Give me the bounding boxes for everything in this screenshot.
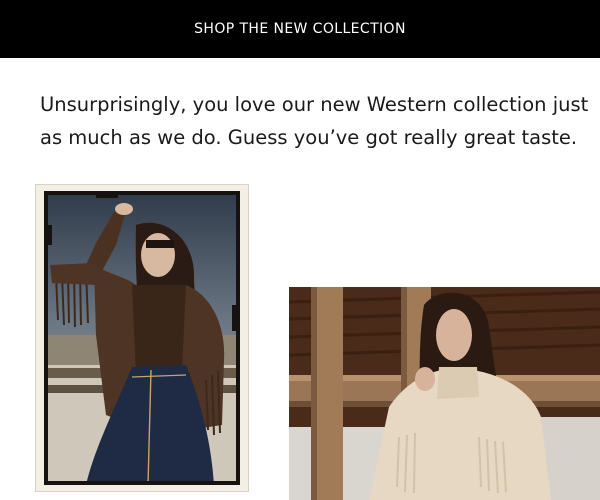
intro-text: Unsurprisingly, you love our new Western… (40, 88, 589, 154)
western-fringe-jacket-photo[interactable] (36, 185, 248, 491)
fringe-jacket-image (44, 191, 240, 486)
western-poncho-photo[interactable] (289, 287, 600, 500)
intro-line-2: as much as we do. Guess you’ve got reall… (40, 126, 578, 149)
banner-label: SHOP THE NEW COLLECTION (194, 21, 406, 37)
poncho-image (289, 287, 600, 500)
shop-new-collection-banner[interactable]: SHOP THE NEW COLLECTION (0, 0, 600, 58)
intro-line-1: Unsurprisingly, you love our new Western… (40, 93, 589, 116)
